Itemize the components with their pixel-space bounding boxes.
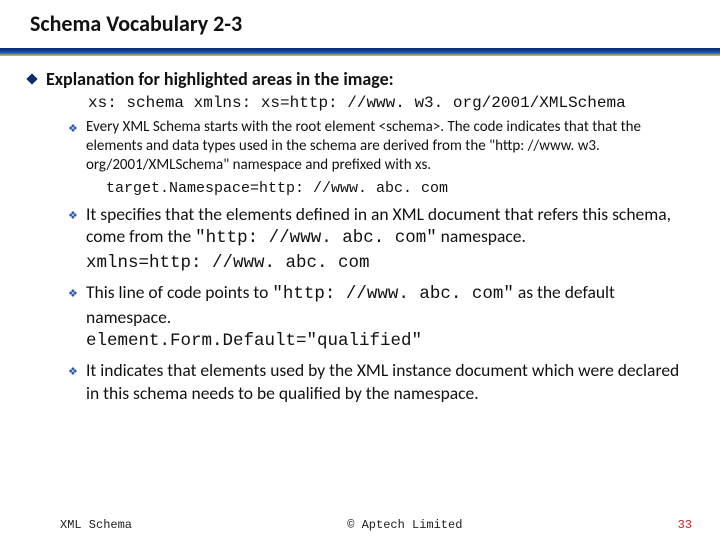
footer-left: XML Schema <box>60 518 132 532</box>
slide-title: Schema Vocabulary 2-3 <box>30 10 720 37</box>
heading-row: Explanation for highlighted areas in the… <box>28 68 692 90</box>
list-item: ❖ This line of code points to "http: //w… <box>68 281 692 353</box>
code-line-1: xs: schema xmlns: xs=http: //www. w3. or… <box>88 94 692 112</box>
title-underline <box>0 48 720 56</box>
item-text: Every XML Schema starts with the root el… <box>86 118 692 176</box>
text-part: This line of code points to <box>86 281 272 303</box>
title-bar: Schema Vocabulary 2-3 <box>0 0 720 56</box>
sub-bullet-icon: ❖ <box>68 365 80 405</box>
code-line-4: element.Form.Default="qualified" <box>86 331 422 351</box>
mono-text: "http: //www. abc. com" <box>195 228 437 248</box>
list-item: ❖ It specifies that the elements defined… <box>68 203 692 275</box>
sub-bullet-icon: ❖ <box>68 209 80 275</box>
mono-text: "http: //www. abc. com" <box>272 284 514 304</box>
item-text: It specifies that the elements defined i… <box>86 203 692 275</box>
list-item: ❖ It indicates that elements used by the… <box>68 359 692 405</box>
page-number: 33 <box>678 518 692 532</box>
slide: Schema Vocabulary 2-3 Explanation for hi… <box>0 0 720 540</box>
slide-body: Explanation for highlighted areas in the… <box>0 56 720 405</box>
diamond-bullet-icon <box>26 73 37 84</box>
sub-bullet-icon: ❖ <box>68 122 80 176</box>
sub-bullet-icon: ❖ <box>68 287 80 353</box>
footer-center: © Aptech Limited <box>347 518 462 532</box>
heading-text: Explanation for highlighted areas in the… <box>46 68 394 90</box>
text-part: namespace. <box>437 225 526 247</box>
list-item: ❖ Every XML Schema starts with the root … <box>68 118 692 176</box>
code-line-3: xmlns=http: //www. abc. com <box>86 253 370 273</box>
item-text: This line of code points to "http: //www… <box>86 281 692 353</box>
footer: XML Schema © Aptech Limited 33 <box>0 518 720 532</box>
code-line-2: target.Namespace=http: //www. abc. com <box>106 180 692 197</box>
item-text: It indicates that elements used by the X… <box>86 359 692 405</box>
